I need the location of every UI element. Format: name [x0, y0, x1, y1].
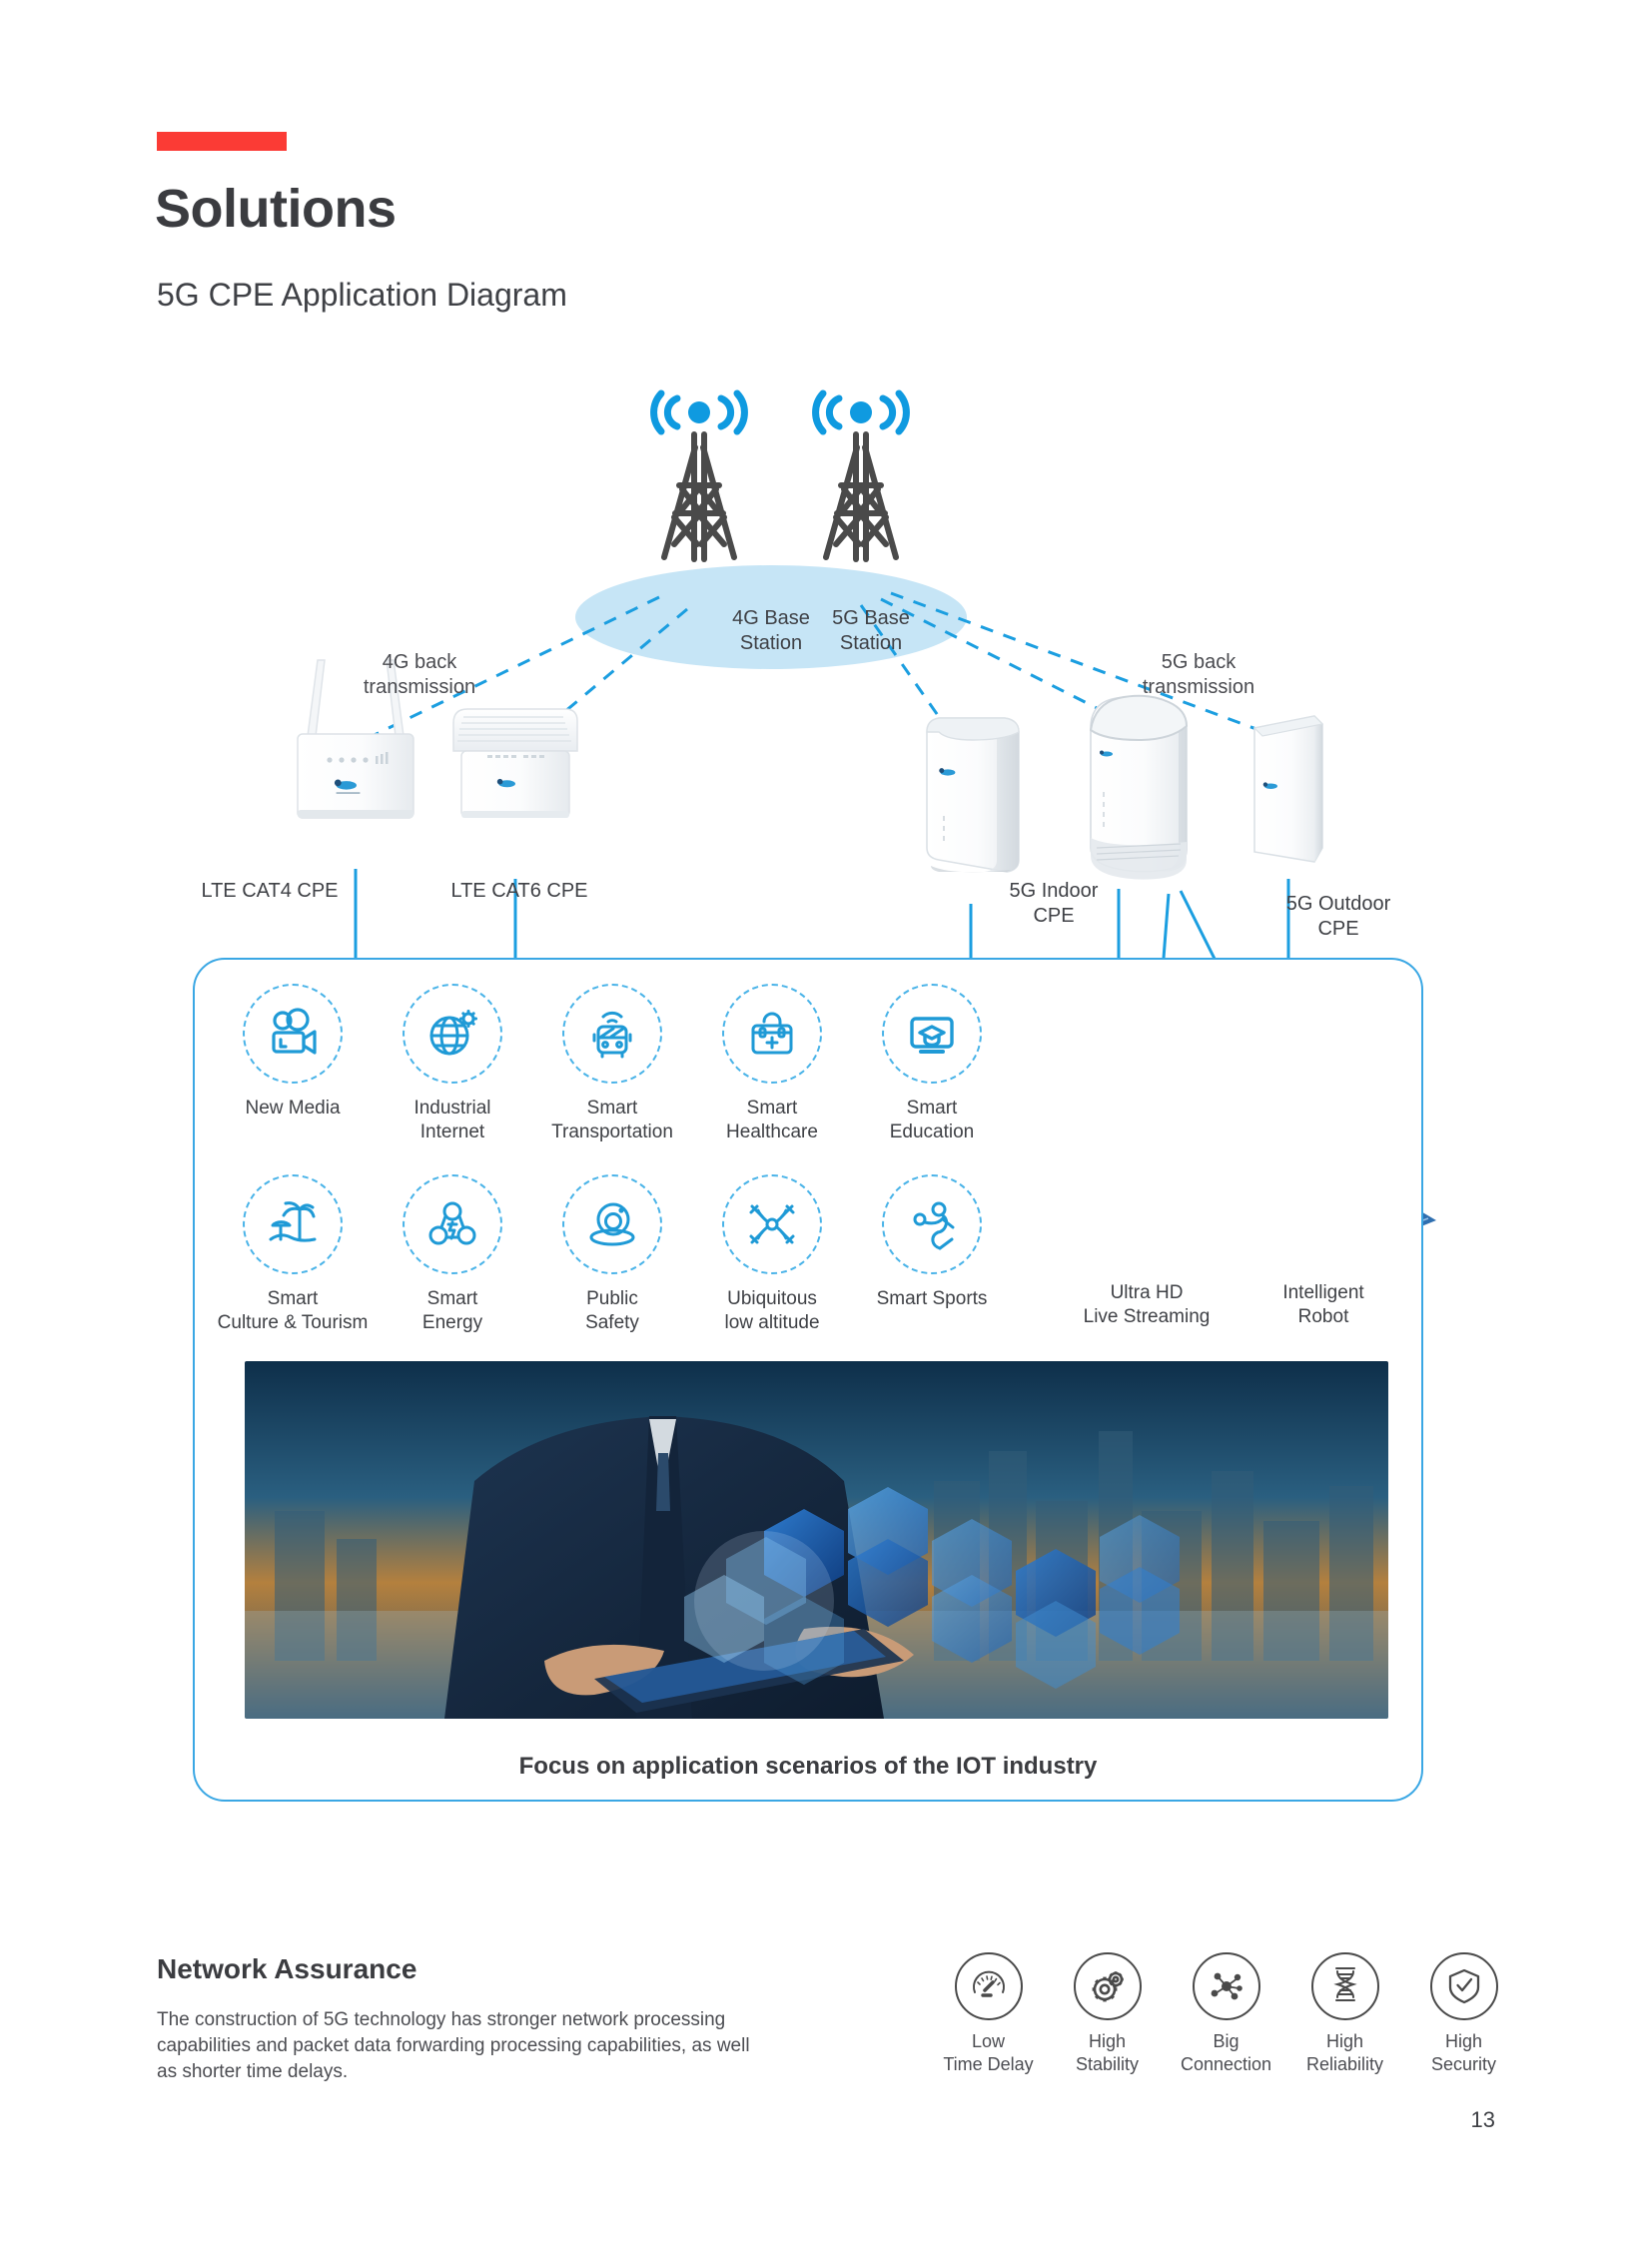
monitor-graduation-cap-icon — [882, 984, 982, 1084]
app-label: Smart Energy — [421, 1288, 483, 1333]
feature-label: High Security — [1430, 2031, 1497, 2074]
drone-icon — [722, 1174, 822, 1274]
feature-high-security[interactable]: High Security — [1404, 1952, 1523, 2076]
feature-big-connection[interactable]: Big Connection — [1167, 1952, 1285, 2076]
feature-label: Big Connection — [1180, 2031, 1272, 2074]
feature-label: High Reliability — [1305, 2031, 1384, 2074]
lte-cat6-cpe-label: LTE CAT6 CPE — [450, 880, 588, 902]
app-item-ultra-hd-live-streaming[interactable]: Ultra HD Live Streaming — [1057, 1273, 1237, 1329]
app-label: Smart Education — [889, 1098, 975, 1142]
4g-back-transmission-label: 4G back transmission — [363, 651, 476, 698]
globe-gear-icon — [403, 984, 502, 1084]
dna-helix-icon — [1310, 1952, 1379, 2020]
feature-high-stability[interactable]: High Stability — [1048, 1952, 1167, 2076]
sports-person-icon — [882, 1174, 982, 1274]
app-item-smart-sports[interactable]: Smart Sports — [852, 1174, 1012, 1335]
app-item-smart-education[interactable]: Smart Education — [852, 984, 1012, 1144]
5g-base-station-label: 5G Base Station — [832, 607, 910, 654]
lte-cat6-device-graphic — [452, 708, 578, 818]
medical-kit-icon — [722, 984, 822, 1084]
app-label: Public Safety — [585, 1288, 639, 1333]
5g-back-transmission-label: 5G back transmission — [1142, 651, 1255, 698]
feature-low-time-delay[interactable]: Low Time Delay — [929, 1952, 1048, 2076]
application-row-2: Smart Culture & Tourism Smart Energy Pub… — [213, 1174, 1012, 1335]
5g-tower-graphic — [812, 389, 910, 562]
app-item-smart-healthcare[interactable]: Smart Healthcare — [692, 984, 852, 1144]
application-row-1: New Media Industrial Internet Smart Tran… — [213, 984, 1012, 1144]
network-assurance-body: The construction of 5G technology has st… — [157, 2009, 750, 2082]
app-item-public-safety[interactable]: Public Safety — [532, 1174, 692, 1335]
gears-icon — [1073, 1952, 1142, 2020]
surveillance-camera-icon — [562, 1174, 662, 1274]
page: Solutions 5G CPE Application Diagram 4G … — [0, 0, 1652, 2241]
app-label: Smart Transportation — [551, 1098, 673, 1142]
app-label: Industrial Internet — [413, 1098, 491, 1142]
bus-wifi-icon — [562, 984, 662, 1084]
app-label: Smart Sports — [876, 1288, 988, 1309]
shield-check-icon — [1429, 1952, 1498, 2020]
network-assurance-title: Network Assurance — [157, 1953, 417, 1984]
application-icon-grid: New Media Industrial Internet Smart Tran… — [213, 984, 1012, 1335]
app-label: New Media — [245, 1098, 341, 1119]
5g-outdoor-cpe-label: 5G Outdoor CPE — [1285, 893, 1391, 940]
network-nodes-icon — [1192, 1952, 1260, 2020]
5g-indoor-device-graphic — [926, 717, 1020, 873]
panel-caption: Focus on application scenarios of the IO… — [518, 1753, 1098, 1780]
5g-base-station-label-wrap: 5G Base Station — [811, 604, 931, 656]
application-diagram: 4G Base Station 5G Base Station 4G back … — [0, 0, 1652, 1828]
app-label: Smart Healthcare — [726, 1098, 818, 1142]
app-label: Ubiquitous low altitude — [724, 1288, 820, 1333]
feature-high-reliability[interactable]: High Reliability — [1285, 1952, 1404, 2076]
video-camera-icon — [243, 984, 343, 1084]
app-item-new-media[interactable]: New Media — [213, 984, 373, 1144]
hero-image — [245, 1361, 1388, 1719]
palm-island-icon — [243, 1174, 343, 1274]
energy-nodes-icon — [403, 1174, 502, 1274]
5g-outdoor-device-graphic — [1252, 715, 1324, 863]
app-label: Smart Culture & Tourism — [217, 1288, 369, 1333]
5g-indoor-cpe-label: 5G Indoor CPE — [1009, 880, 1099, 927]
app-item-industrial-internet[interactable]: Industrial Internet — [373, 984, 532, 1144]
5g-indoor-device-graphic-2 — [1089, 694, 1189, 880]
page-number: 13 — [1470, 2107, 1495, 2132]
app-item-smart-culture-tourism[interactable]: Smart Culture & Tourism — [213, 1174, 373, 1335]
app-item-intelligent-robot[interactable]: Intelligent Robot — [1234, 1273, 1413, 1329]
speedometer-icon — [954, 1952, 1023, 2020]
app-label: Intelligent Robot — [1282, 1282, 1364, 1327]
app-item-smart-transportation[interactable]: Smart Transportation — [532, 984, 692, 1144]
feature-label: High Stability — [1075, 2031, 1140, 2074]
feature-label: Low Time Delay — [943, 2031, 1034, 2074]
app-item-ubiquitous-low-altitude[interactable]: Ubiquitous low altitude — [692, 1174, 852, 1335]
4g-tower-graphic — [650, 389, 748, 562]
lte-cat4-cpe-label: LTE CAT4 CPE — [201, 880, 339, 902]
network-assurance-features: Low Time Delay High Stability Big Connec… — [929, 1952, 1523, 2076]
app-item-smart-energy[interactable]: Smart Energy — [373, 1174, 532, 1335]
app-label: Ultra HD Live Streaming — [1083, 1282, 1211, 1327]
